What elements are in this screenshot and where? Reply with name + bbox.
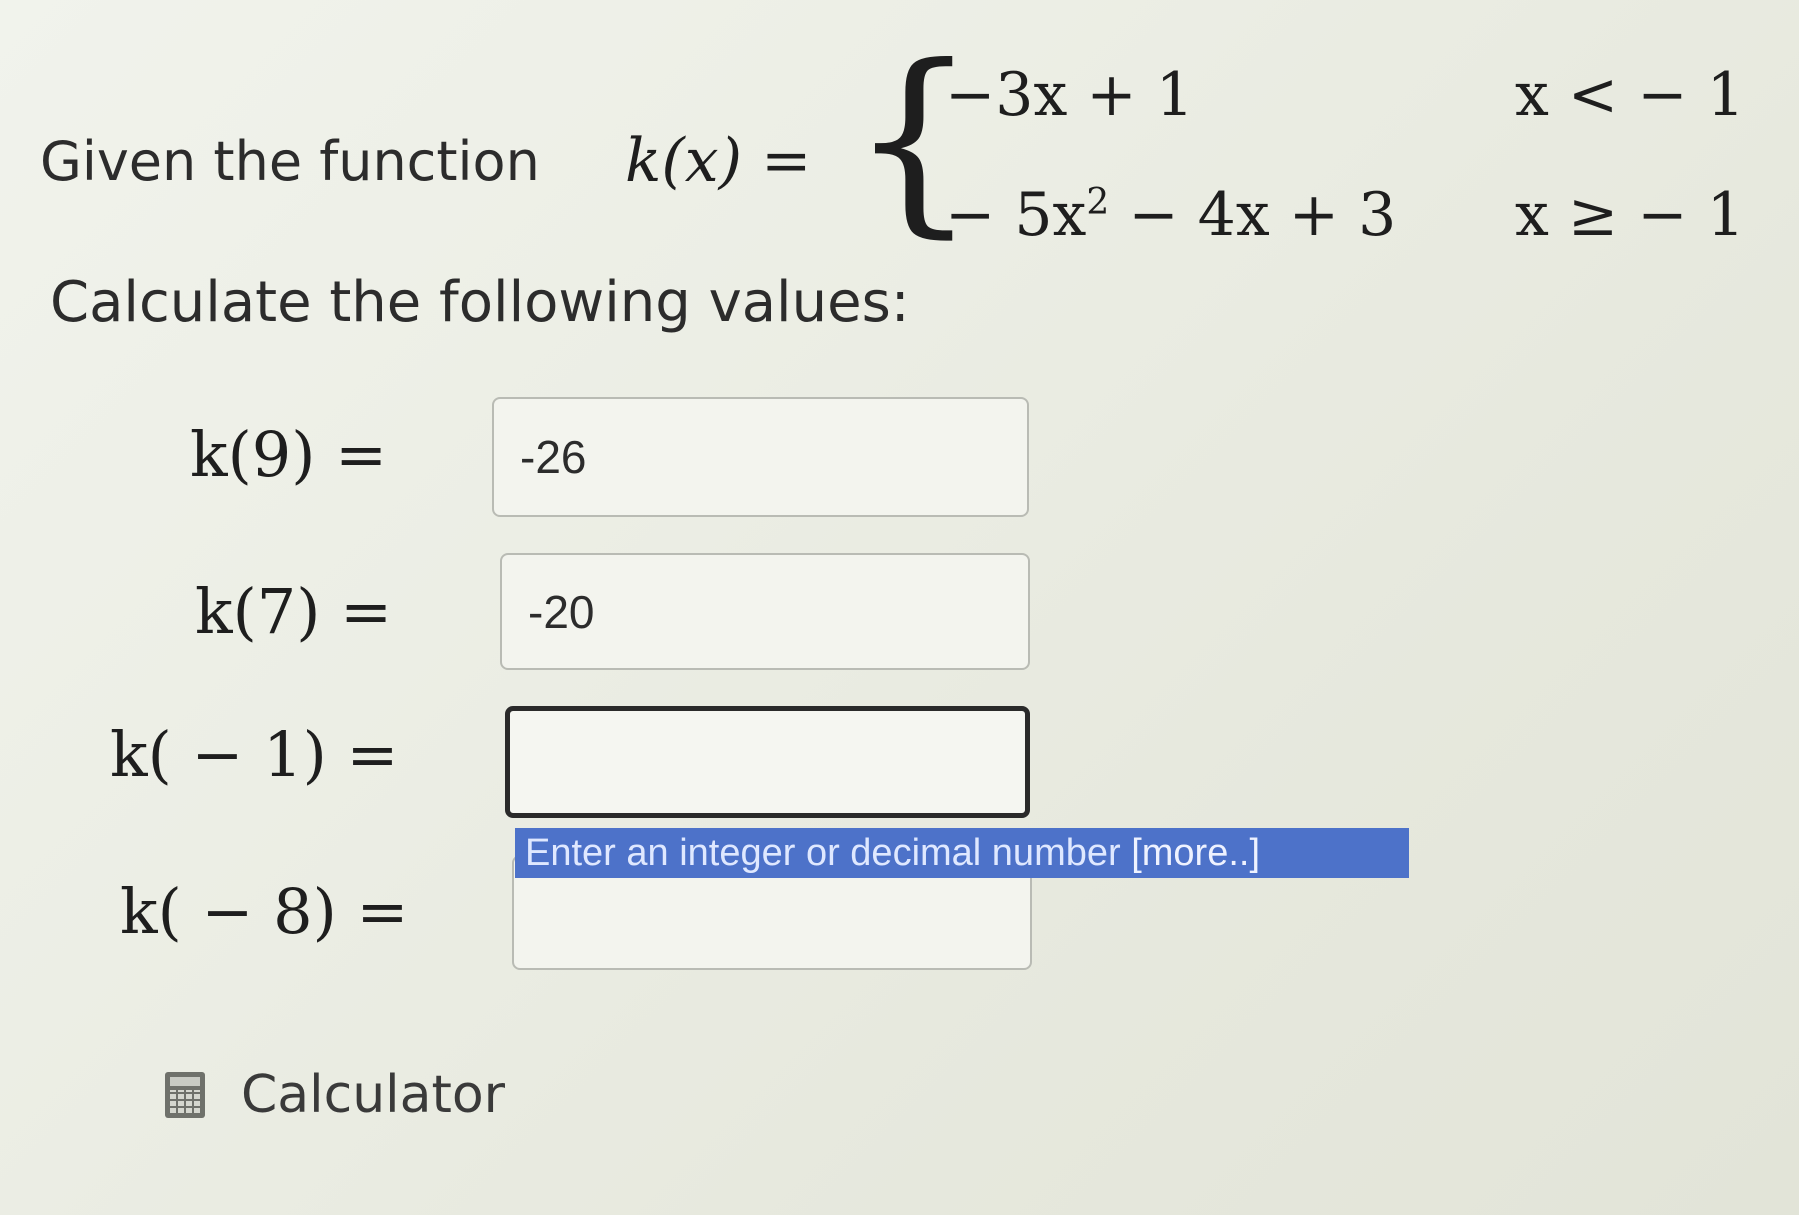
answer-label-k9: k(9) = (190, 418, 388, 491)
case-2-condition: x ≥ − 1 (1515, 180, 1745, 250)
case-2-expression-rest: − 4x + 3 (1109, 180, 1397, 250)
calculator-label: Calculator (241, 1065, 506, 1125)
answer-label-k-neg1: k( − 1) = (110, 718, 399, 791)
case-1-expression: −3x + 1 (945, 60, 1194, 130)
case-1-condition: x < − 1 (1515, 60, 1745, 130)
input-hint-tooltip: Enter an integer or decimal number [more… (515, 828, 1409, 878)
case-2-expression: − 5x2 − 4x + 3 (945, 180, 1396, 250)
answer-label-k-neg8: k( − 8) = (120, 875, 409, 948)
case-2-exponent: 2 (1086, 182, 1110, 223)
answer-label-k7: k(7) = (195, 575, 393, 648)
answer-input-k-neg1[interactable] (505, 706, 1030, 818)
tooltip-text: Enter an integer or decimal number (525, 832, 1132, 874)
answer-input-k9[interactable]: -26 (492, 397, 1029, 517)
prompt-text: Given the function (40, 130, 540, 193)
tooltip-more-link[interactable]: [more..] (1131, 832, 1260, 874)
case-2-expression-main: − 5x (945, 180, 1087, 250)
calculator-button[interactable]: Calculator (165, 1060, 505, 1130)
instruction-text: Calculate the following values: (50, 270, 910, 335)
problem-statement: Given the function k(x) = { −3x + 1 x < … (40, 40, 1780, 270)
calculator-icon (165, 1072, 205, 1118)
answer-input-k7[interactable]: -20 (500, 553, 1030, 670)
function-lhs: k(x) = (625, 126, 812, 196)
